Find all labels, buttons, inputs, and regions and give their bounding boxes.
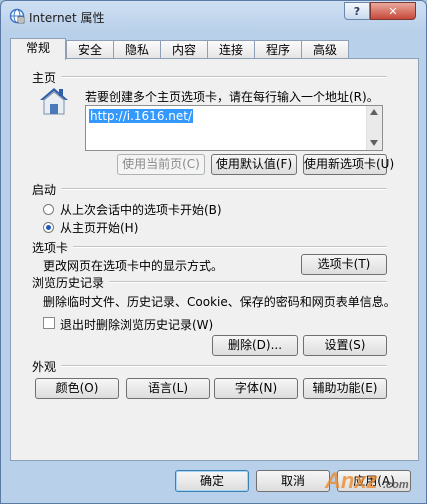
startup-section-title: 启动 <box>32 183 57 197</box>
languages-button[interactable]: 语言(L) <box>126 378 210 399</box>
scroll-up-arrow-icon[interactable] <box>370 109 378 115</box>
tabs-section-title: 选项卡 <box>32 241 69 255</box>
cancel-button[interactable]: 取消 <box>256 470 330 492</box>
help-button[interactable]: ? <box>344 2 370 20</box>
appearance-separator <box>61 365 387 367</box>
history-description: 删除临时文件、历史记录、Cookie、保存的密码和网页表单信息。 <box>43 295 396 309</box>
scroll-down-arrow-icon[interactable] <box>370 140 378 146</box>
colors-button[interactable]: 颜色(O) <box>35 378 119 399</box>
internet-options-window: Internet 属性 ? ✕ 常规 安全 隐私 内容 连接 程序 高级 主页 … <box>0 0 427 504</box>
home-section-title: 主页 <box>32 71 57 85</box>
use-new-tab-button[interactable]: 使用新选项卡(U) <box>303 154 394 175</box>
textarea-scrollbar[interactable] <box>366 106 382 150</box>
help-icon: ? <box>353 4 361 18</box>
startup-home-label[interactable]: 从主页开始(H) <box>60 219 138 236</box>
watermark-logo: Anxz <box>325 468 378 493</box>
delete-on-exit-checkbox[interactable] <box>43 317 55 329</box>
close-icon: ✕ <box>388 4 398 18</box>
tab-security[interactable]: 安全 <box>66 40 114 59</box>
delete-history-button[interactable]: 删除(D)... <box>212 335 298 356</box>
history-settings-button[interactable]: 设置(S) <box>303 335 387 356</box>
window-title: Internet 属性 <box>29 11 105 25</box>
fonts-button[interactable]: 字体(N) <box>214 378 298 399</box>
home-url-textarea[interactable]: http://i.1616.net/ <box>85 105 383 151</box>
watermark-suffix: .com <box>383 479 409 491</box>
history-separator <box>109 281 387 283</box>
tabs-description: 更改网页在选项卡中的显示方式。 <box>43 259 224 273</box>
tab-content[interactable]: 内容 <box>160 40 208 59</box>
tab-privacy[interactable]: 隐私 <box>113 40 161 59</box>
history-section-title: 浏览历史记录 <box>32 276 105 290</box>
tab-advanced[interactable]: 高级 <box>301 40 349 59</box>
startup-last-session-label[interactable]: 从上次会话中的选项卡开始(B) <box>60 201 222 218</box>
accessibility-button[interactable]: 辅助功能(E) <box>303 378 387 399</box>
close-button[interactable]: ✕ <box>370 2 416 20</box>
startup-home-radio[interactable] <box>43 222 54 233</box>
title-bar[interactable]: Internet 属性 ? ✕ <box>1 1 426 31</box>
tab-connections[interactable]: 连接 <box>207 40 255 59</box>
home-url-text: http://i.1616.net/ <box>89 109 193 123</box>
tabs-settings-button[interactable]: 选项卡(T) <box>301 254 387 275</box>
startup-last-session-radio[interactable] <box>43 204 54 215</box>
tab-programs[interactable]: 程序 <box>254 40 302 59</box>
appearance-section-title: 外观 <box>32 360 57 374</box>
home-icon <box>40 88 68 115</box>
delete-on-exit-label[interactable]: 退出时删除浏览历史记录(W) <box>60 316 213 333</box>
tabs-separator <box>73 246 387 248</box>
use-current-button[interactable]: 使用当前页(C) <box>117 154 205 175</box>
internet-explorer-icon <box>9 8 25 24</box>
ok-button[interactable]: 确定 <box>175 470 249 492</box>
startup-separator <box>61 188 387 190</box>
use-default-button[interactable]: 使用默认值(F) <box>211 154 297 175</box>
tab-general[interactable]: 常规 <box>10 38 66 60</box>
home-separator <box>61 76 387 78</box>
home-description: 若要创建多个主页选项卡，请在每行输入一个地址(R)。 <box>85 90 379 104</box>
